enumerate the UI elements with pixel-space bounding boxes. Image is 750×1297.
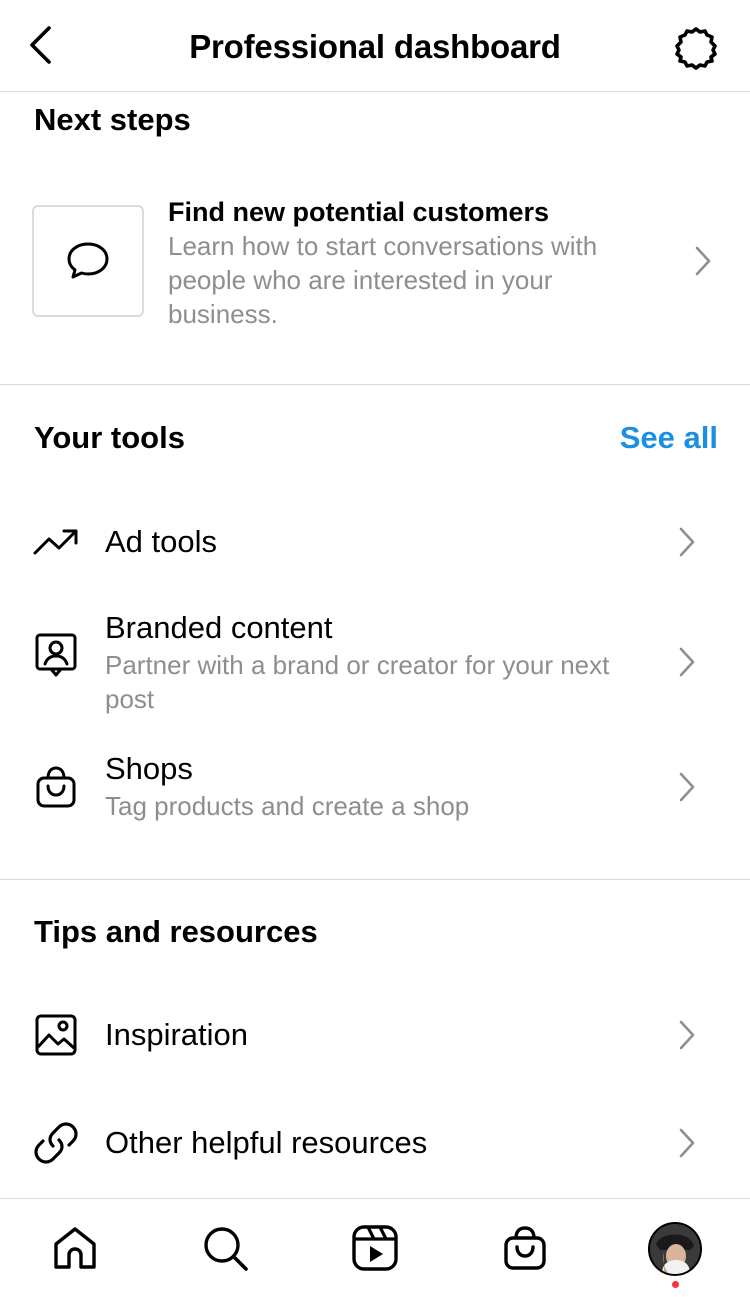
avatar-image xyxy=(650,1224,700,1274)
card-description: Learn how to start conversations with pe… xyxy=(168,231,598,329)
tool-item-shops[interactable]: Shops Tag products and create a shop xyxy=(0,745,750,835)
tab-home[interactable] xyxy=(49,1222,101,1274)
profile-avatar[interactable] xyxy=(648,1222,702,1276)
chevron-right-icon xyxy=(676,1127,698,1159)
section-divider xyxy=(0,384,750,385)
resource-item-label: Other helpful resources xyxy=(105,1125,428,1160)
card-title: Find new potential customers xyxy=(168,197,550,227)
tool-item-label: Ad tools xyxy=(105,524,218,559)
shopping-bag-icon xyxy=(32,763,80,811)
tab-shop[interactable] xyxy=(499,1222,551,1274)
next-step-card[interactable]: Find new potential customers Learn how t… xyxy=(32,197,720,330)
chevron-right-icon xyxy=(692,245,714,277)
tool-item-label: Branded content xyxy=(105,610,333,645)
tab-reels[interactable] xyxy=(349,1222,401,1274)
reels-icon xyxy=(352,1225,398,1271)
gear-icon xyxy=(675,27,717,70)
chevron-right-icon xyxy=(676,646,698,678)
home-icon xyxy=(54,1227,96,1269)
tips-heading: Tips and resources xyxy=(34,914,318,949)
resource-item-label: Inspiration xyxy=(105,1017,249,1052)
tab-search[interactable] xyxy=(199,1222,251,1274)
tool-item-branded-content[interactable]: Branded content Partner with a brand or … xyxy=(0,600,750,720)
notification-dot xyxy=(672,1281,679,1288)
trending-up-icon xyxy=(32,518,80,566)
link-icon xyxy=(32,1119,80,1167)
see-all-link[interactable]: See all xyxy=(620,420,718,456)
chevron-right-icon xyxy=(676,1019,698,1051)
tool-item-description: Partner with a brand or creator for your… xyxy=(105,650,610,714)
tool-item-description: Tag products and create a shop xyxy=(105,791,470,821)
branded-content-icon xyxy=(32,630,80,678)
section-divider xyxy=(0,879,750,880)
resource-item-other[interactable]: Other helpful resources xyxy=(0,1103,750,1187)
top-bar: Professional dashboard xyxy=(0,0,750,92)
chevron-right-icon xyxy=(676,771,698,803)
page-title: Professional dashboard xyxy=(189,28,561,65)
settings-button[interactable] xyxy=(672,24,720,72)
tool-item-ad-tools[interactable]: Ad tools xyxy=(0,500,750,584)
tool-item-label: Shops xyxy=(105,751,193,786)
resource-item-inspiration[interactable]: Inspiration xyxy=(0,995,750,1079)
image-icon xyxy=(32,1011,80,1059)
chat-bubble-icon xyxy=(67,242,109,279)
search-icon xyxy=(204,1227,248,1271)
next-steps-heading: Next steps xyxy=(34,102,191,137)
shop-icon xyxy=(504,1226,546,1270)
your-tools-heading: Your tools xyxy=(34,420,185,455)
card-thumbnail xyxy=(32,205,144,317)
chevron-right-icon xyxy=(676,526,698,558)
